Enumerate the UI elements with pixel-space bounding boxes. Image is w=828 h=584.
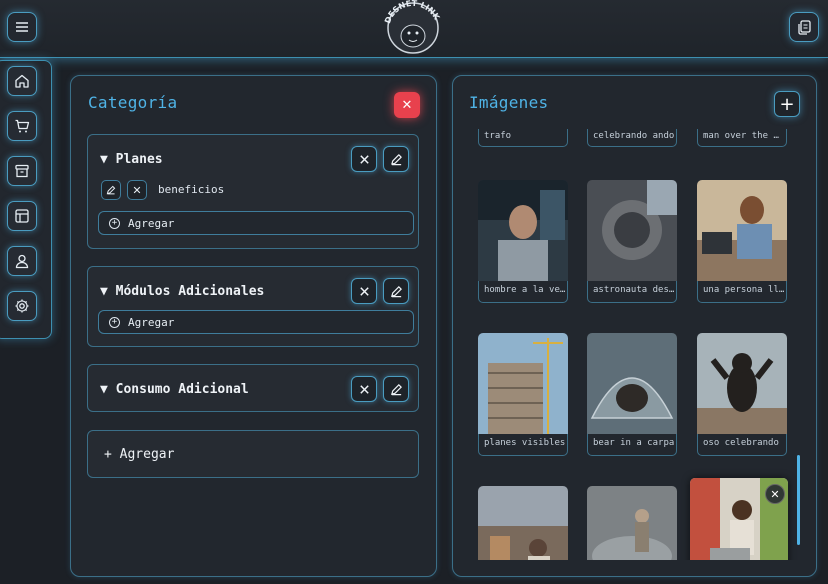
image-card[interactable]: bear in a carpa xyxy=(587,333,677,456)
image-card[interactable]: oso celebrando xyxy=(697,333,787,456)
image-thumbnail[interactable] xyxy=(478,180,568,281)
home-icon xyxy=(15,74,29,88)
close-icon xyxy=(359,154,369,164)
image-caption: hombre a la ve… xyxy=(478,281,568,303)
category-group-modulos: ▼ Módulos Adicionales + Agregar xyxy=(87,266,419,347)
edit-category-button[interactable] xyxy=(383,376,409,402)
add-item-label: Agregar xyxy=(128,315,175,329)
copy-pages-icon xyxy=(798,20,811,35)
settings-icon xyxy=(15,299,29,313)
plus-circle-icon: + xyxy=(109,217,120,229)
top-bar: DESNET LINK xyxy=(0,0,828,58)
pencil-icon xyxy=(390,383,402,395)
close-icon xyxy=(133,186,141,194)
add-category-button[interactable]: + Agregar xyxy=(87,430,419,478)
image-caption[interactable]: celebrando ando xyxy=(587,129,677,147)
close-icon xyxy=(359,286,369,296)
image-caption: planes visibles xyxy=(478,434,568,456)
add-item-label: Agregar xyxy=(128,216,175,230)
close-image-button[interactable]: ✕ xyxy=(765,484,785,504)
edit-item-button[interactable] xyxy=(101,180,121,200)
delete-category-button[interactable] xyxy=(351,278,377,304)
category-group-planes: ▼ Planes beneficios + Agregar xyxy=(87,134,419,249)
image-grid-scrollbar[interactable] xyxy=(797,455,800,545)
image-thumbnail[interactable] xyxy=(697,180,787,281)
delete-category-button[interactable] xyxy=(351,376,377,402)
item-label: beneficios xyxy=(158,183,225,196)
image-caption: oso celebrando xyxy=(697,434,787,456)
add-item-button[interactable]: + Agregar xyxy=(98,310,414,334)
sidebar-item-cart[interactable] xyxy=(7,111,37,141)
category-group-consumo: ▼ Consumo Adicional xyxy=(87,364,419,412)
image-caption: bear in a carpa xyxy=(587,434,677,456)
image-card[interactable] xyxy=(587,486,677,560)
category-title[interactable]: ▼ Módulos Adicionales xyxy=(100,284,264,299)
pencil-icon xyxy=(390,153,402,165)
add-image-button[interactable]: + xyxy=(774,91,800,117)
image-caption: astronauta des… xyxy=(587,281,677,303)
categoria-title: Categoría xyxy=(88,93,178,112)
pencil-icon xyxy=(390,285,402,297)
category-title[interactable]: ▼ Planes xyxy=(100,152,163,167)
image-thumbnail[interactable] xyxy=(478,486,568,560)
image-thumbnail[interactable] xyxy=(587,333,677,434)
edit-category-button[interactable] xyxy=(383,146,409,172)
sidebar xyxy=(0,60,52,339)
sidebar-item-home[interactable] xyxy=(7,66,37,96)
archive-icon xyxy=(15,164,29,178)
pages-button[interactable] xyxy=(789,12,819,42)
sidebar-item-archive[interactable] xyxy=(7,156,37,186)
layout-icon xyxy=(15,209,29,223)
image-caption: una persona ll… xyxy=(697,281,787,303)
image-card[interactable]: planes visibles xyxy=(478,333,568,456)
image-thumbnail[interactable] xyxy=(478,333,568,434)
pencil-icon xyxy=(106,185,116,195)
image-card[interactable]: hombre a la ve… xyxy=(478,180,568,303)
image-thumbnail[interactable] xyxy=(587,180,677,281)
brand-logo[interactable]: DESNET LINK xyxy=(379,0,447,54)
image-card[interactable]: astronauta des… xyxy=(587,180,677,303)
image-card[interactable]: una persona ll… xyxy=(697,180,787,303)
plus-circle-icon: + xyxy=(109,316,120,328)
user-icon xyxy=(15,254,29,269)
image-grid: trafo celebrando ando man over the … hom… xyxy=(470,125,800,560)
sidebar-item-user[interactable] xyxy=(7,246,37,276)
category-title[interactable]: ▼ Consumo Adicional xyxy=(100,382,249,397)
sidebar-item-settings[interactable] xyxy=(7,291,37,321)
close-icon: ✕ xyxy=(770,487,780,501)
imagenes-title: Imágenes xyxy=(469,93,549,112)
image-thumbnail[interactable] xyxy=(697,333,787,434)
menu-button[interactable] xyxy=(7,12,37,42)
sidebar-item-layout[interactable] xyxy=(7,201,37,231)
add-item-button[interactable]: + Agregar xyxy=(98,211,414,235)
image-caption[interactable]: trafo xyxy=(478,129,568,147)
cart-icon xyxy=(15,119,30,133)
image-thumbnail[interactable] xyxy=(587,486,677,560)
close-categoria-button[interactable]: ✕ xyxy=(394,92,420,118)
delete-item-button[interactable] xyxy=(127,180,147,200)
close-icon xyxy=(359,384,369,394)
image-card[interactable] xyxy=(478,486,568,560)
hamburger-menu-icon xyxy=(16,22,28,32)
delete-category-button[interactable] xyxy=(351,146,377,172)
edit-category-button[interactable] xyxy=(383,278,409,304)
image-caption[interactable]: man over the … xyxy=(697,129,787,147)
